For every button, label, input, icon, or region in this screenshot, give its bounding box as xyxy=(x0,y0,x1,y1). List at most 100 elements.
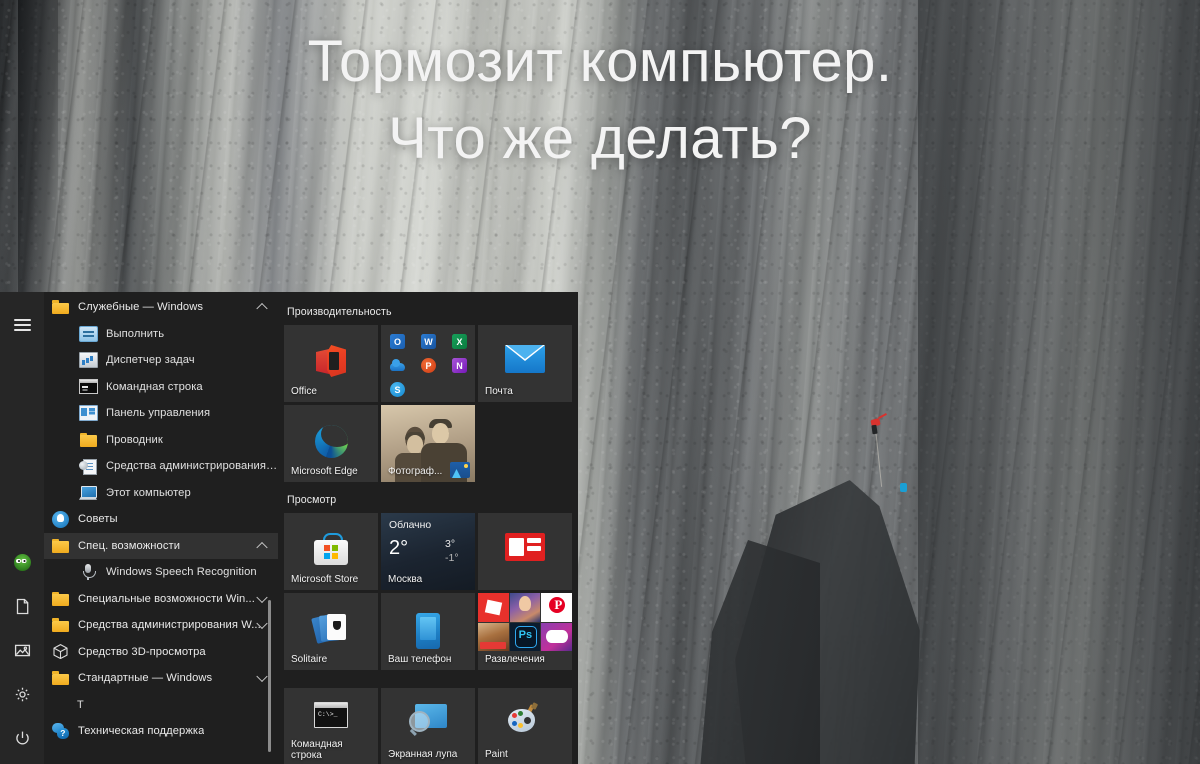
tile-office-suite[interactable]: O W X P N S xyxy=(381,325,475,402)
tile-group-title-browse: Просмотр xyxy=(287,494,337,506)
tile-mail[interactable]: Почта xyxy=(478,325,572,402)
rock-crack-shadow xyxy=(18,0,58,300)
magnifier-icon xyxy=(381,704,475,737)
office-suite-icons: O W X P N S xyxy=(390,334,467,397)
app-list-label: Командная строка xyxy=(106,380,203,393)
rail-bottom-group xyxy=(0,540,44,760)
app-list-label: Стандартные — Windows xyxy=(78,672,213,685)
powerpoint-icon: P xyxy=(421,358,436,373)
app-list-item-12[interactable]: Средства администрирования W... xyxy=(44,612,278,639)
start-menu-rail[interactable] xyxy=(0,292,44,764)
tile-label: Microsoft Store xyxy=(291,574,359,585)
tile-weather[interactable]: Облачно 2° 3° -1° Москва xyxy=(381,513,475,590)
tile-paint[interactable]: Paint xyxy=(478,688,572,764)
photoshop-express-icon xyxy=(509,622,541,651)
tile-label: Ваш телефон xyxy=(388,654,452,665)
rock-shadow-right xyxy=(918,0,1200,764)
mail-icon xyxy=(478,345,572,373)
tile-photos[interactable]: Фотограф... xyxy=(381,405,475,482)
photos-app-badge-icon xyxy=(450,462,470,478)
power-button[interactable] xyxy=(0,716,44,760)
user-avatar-icon xyxy=(13,553,31,571)
app-list-label: Советы xyxy=(78,513,118,526)
tile-label: Экранная лупа xyxy=(388,749,458,760)
tile-magnifier[interactable]: Экранная лупа xyxy=(381,688,475,764)
tile-news[interactable] xyxy=(478,513,572,590)
tile-label: Развлечения xyxy=(485,654,545,665)
rail-top-group xyxy=(0,292,44,347)
app-list-item-3[interactable]: Командная строка xyxy=(44,374,278,401)
hamburger-icon xyxy=(13,316,31,334)
pictures-button[interactable] xyxy=(0,628,44,672)
paint-icon xyxy=(478,702,572,734)
tile-your-phone[interactable]: Ваш телефон xyxy=(381,593,475,670)
app-list-label: Средство 3D-просмотра xyxy=(78,645,206,658)
hamburger-menu-button[interactable] xyxy=(0,303,44,347)
control-panel-icon xyxy=(76,403,100,423)
command-prompt-icon xyxy=(284,702,378,728)
app-list-item-10[interactable]: Windows Speech Recognition xyxy=(44,559,278,586)
tile-label: Solitaire xyxy=(291,654,328,665)
app-list-label: Диспетчер задач xyxy=(106,354,195,367)
app-list-item-14[interactable]: Стандартные — Windows xyxy=(44,665,278,692)
app-list-item-4[interactable]: Панель управления xyxy=(44,400,278,427)
onedrive-icon xyxy=(390,358,405,373)
app-list-item-8[interactable]: Советы xyxy=(44,506,278,533)
office-icon xyxy=(284,345,378,377)
tech-support-icon: ? xyxy=(48,721,72,741)
start-menu[interactable]: Служебные — Windows Выполнить Диспетчер … xyxy=(0,292,578,764)
scrollbar-thumb[interactable] xyxy=(268,600,271,752)
word-icon: W xyxy=(421,334,436,349)
solitaire-icon xyxy=(284,613,378,644)
your-phone-icon xyxy=(381,613,475,649)
tile-group-title-productivity: Производительность xyxy=(287,306,392,318)
folder-icon xyxy=(48,668,72,688)
app-list-item-5[interactable]: Проводник xyxy=(44,427,278,454)
app-list-item-2[interactable]: Диспетчер задач xyxy=(44,347,278,374)
documents-button[interactable] xyxy=(0,584,44,628)
app-list-item-16[interactable]: ? Техническая поддержка xyxy=(44,718,278,745)
entertainment-icon-grid xyxy=(478,593,572,651)
app-list-item-9[interactable]: Спец. возможности xyxy=(44,532,278,559)
tile-solitaire[interactable]: Solitaire xyxy=(284,593,378,670)
settings-button[interactable] xyxy=(0,672,44,716)
app-list[interactable]: Служебные — Windows Выполнить Диспетчер … xyxy=(44,292,278,764)
news-icon xyxy=(478,533,572,561)
pinterest-icon xyxy=(541,593,572,622)
settings-gear-icon xyxy=(15,687,29,701)
tile-command-prompt[interactable]: Командная строка xyxy=(284,688,378,764)
3d-viewer-icon xyxy=(48,642,72,662)
game-icon-1 xyxy=(509,593,541,622)
onenote-icon: N xyxy=(452,358,467,373)
app-list-item-7[interactable]: Этот компьютер xyxy=(44,480,278,507)
tile-office[interactable]: Office xyxy=(284,325,378,402)
tile-group-productivity: Office O W X P N S Почта Microsoft Edge … xyxy=(284,325,572,482)
app-list-item-13[interactable]: Средство 3D-просмотра xyxy=(44,639,278,666)
microsoft-store-icon xyxy=(284,533,378,565)
app-list-group-letter[interactable]: Т xyxy=(44,692,278,718)
app-list-scrollbar[interactable] xyxy=(265,292,274,764)
documents-icon xyxy=(16,598,28,614)
tile-group-third: Командная строка Экранная лупа Paint xyxy=(284,688,572,764)
tile-entertainment[interactable]: Развлечения xyxy=(478,593,572,670)
movies-tv-icon xyxy=(541,622,572,651)
app-list-item-6[interactable]: Средства администрирования Win... xyxy=(44,453,278,480)
tips-icon xyxy=(48,509,72,529)
tile-area[interactable]: Производительность Office O W X P N S По… xyxy=(278,292,578,764)
app-list-item-1[interactable]: Выполнить xyxy=(44,321,278,348)
excel-icon: X xyxy=(452,334,467,349)
microphone-icon xyxy=(76,562,100,582)
app-list-item-0[interactable]: Служебные — Windows xyxy=(44,294,278,321)
account-button[interactable] xyxy=(0,540,44,584)
tile-label: Москва xyxy=(388,574,423,585)
tile-microsoft-edge[interactable]: Microsoft Edge xyxy=(284,405,378,482)
this-pc-icon xyxy=(76,483,100,503)
climber-legs-icon xyxy=(871,424,878,435)
weather-temperature: 2° xyxy=(389,537,409,559)
app-list-item-11[interactable]: Специальные возможности Win... xyxy=(44,586,278,613)
app-list-label: Панель управления xyxy=(106,407,211,420)
weather-high: 3° xyxy=(445,538,456,550)
tile-microsoft-store[interactable]: Microsoft Store xyxy=(284,513,378,590)
app-list-label: Техническая поддержка xyxy=(78,724,205,737)
tile-label: Microsoft Edge xyxy=(291,466,358,477)
